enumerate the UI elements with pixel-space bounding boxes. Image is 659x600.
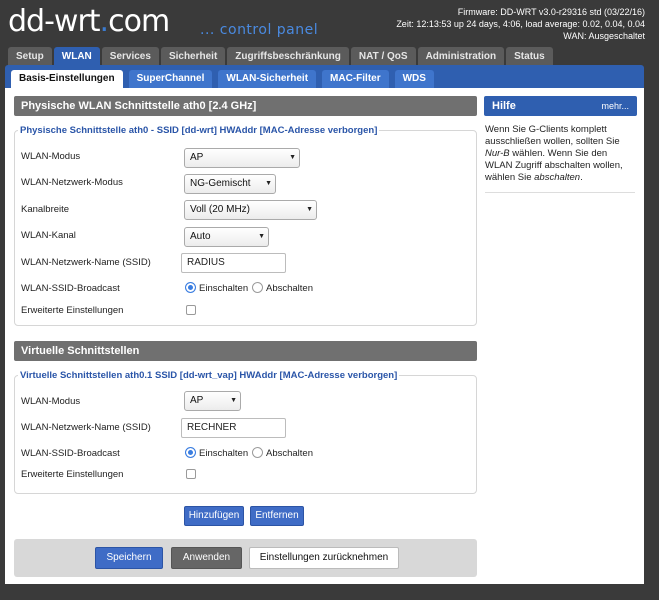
- logo: dd-wrt.com: [8, 4, 170, 39]
- ssid-broadcast-disable-label: Abschalten: [266, 283, 314, 294]
- help-more-link[interactable]: mehr...: [601, 96, 629, 116]
- wan-status-text: WAN: Ausgeschaltet: [563, 31, 645, 41]
- action-bar: Speichern Anwenden Einstellungen zurückn…: [14, 539, 477, 577]
- ssid-broadcast-disable-radio[interactable]: [252, 282, 263, 293]
- advanced-settings-label: Erweiterte Einstellungen: [21, 305, 124, 316]
- tab-setup[interactable]: Setup: [8, 47, 52, 66]
- tab-administration[interactable]: Administration: [417, 47, 505, 66]
- advanced-settings-checkbox[interactable]: [186, 305, 196, 315]
- virtual-ssid-broadcast-disable-radio[interactable]: [252, 447, 263, 458]
- tab-nat-qos[interactable]: NAT / QoS: [350, 47, 416, 66]
- tab-services[interactable]: Services: [101, 47, 159, 66]
- chevron-down-icon: ▼: [258, 233, 265, 240]
- chevron-down-icon: ▼: [289, 154, 296, 161]
- subtab-basic-settings[interactable]: Basis-Einstellungen: [11, 70, 123, 88]
- ssid-broadcast-enable-label: Einschalten: [199, 283, 249, 294]
- remove-interface-button[interactable]: Entfernen: [250, 506, 304, 526]
- channel-width-select[interactable]: Voll (20 MHz) ▼: [184, 200, 317, 220]
- virtual-section-title: Virtuelle Schnittstellen: [14, 341, 477, 361]
- virtual-ssid-label: WLAN-Netzwerk-Name (SSID): [21, 422, 151, 433]
- virtual-fieldset-legend: Virtuelle Schnittstellen ath0.1 SSID [dd…: [18, 370, 400, 381]
- virtual-advanced-settings-label: Erweiterte Einstellungen: [21, 469, 124, 480]
- physical-fieldset-legend: Physische Schnittstelle ath0 - SSID [dd-…: [18, 125, 380, 136]
- apply-button[interactable]: Anwenden: [171, 547, 242, 569]
- tab-wlan[interactable]: WLAN: [53, 47, 100, 66]
- tab-security[interactable]: Sicherheit: [160, 47, 226, 66]
- add-interface-button[interactable]: Hinzufügen: [184, 506, 244, 526]
- virtual-ssid-input[interactable]: RECHNER: [181, 418, 286, 438]
- chevron-down-icon: ▼: [265, 180, 272, 187]
- subtab-mac-filter[interactable]: MAC-Filter: [322, 70, 389, 88]
- sub-tab-band: Basis-Einstellungen SuperChannel WLAN-Si…: [5, 65, 644, 88]
- main-content: Physische WLAN Schnittstelle ath0 [2.4 G…: [5, 88, 644, 584]
- virtual-ssid-broadcast-enable-label: Einschalten: [199, 448, 249, 459]
- help-title-text: Hilfe: [492, 100, 516, 112]
- tab-access-restriction[interactable]: Zugriffsbeschränkung: [227, 47, 349, 66]
- ssid-label: WLAN-Netzwerk-Name (SSID): [21, 257, 151, 268]
- virtual-ssid-broadcast-label: WLAN-SSID-Broadcast: [21, 448, 120, 459]
- ssid-broadcast-enable-radio[interactable]: [185, 282, 196, 293]
- wlan-channel-label: WLAN-Kanal: [21, 230, 76, 241]
- wlan-channel-select[interactable]: Auto ▼: [184, 227, 269, 247]
- virtual-wlan-mode-select[interactable]: AP ▼: [184, 391, 241, 411]
- subtab-wlan-security[interactable]: WLAN-Sicherheit: [218, 70, 317, 88]
- subtab-superchannel[interactable]: SuperChannel: [128, 70, 213, 88]
- subtab-wds[interactable]: WDS: [394, 70, 434, 88]
- network-mode-label: WLAN-Netzwerk-Modus: [21, 177, 123, 188]
- sub-tabs: Basis-Einstellungen SuperChannel WLAN-Si…: [11, 70, 434, 88]
- virtual-ssid-broadcast-enable-radio[interactable]: [185, 447, 196, 458]
- network-mode-select[interactable]: NG-Gemischt ▼: [184, 174, 276, 194]
- ssid-broadcast-label: WLAN-SSID-Broadcast: [21, 283, 120, 294]
- firmware-text: Firmware: DD-WRT v3.0-r29316 std (03/22/…: [457, 7, 645, 17]
- uptime-text: Zeit: 12:13:53 up 24 days, 4:06, load av…: [396, 19, 645, 29]
- save-button[interactable]: Speichern: [95, 547, 163, 569]
- help-text: Wenn Sie G-Clients komplett ausschließen…: [485, 124, 635, 193]
- header: dd-wrt.com ... control panel Firmware: D…: [0, 0, 659, 46]
- reset-settings-button[interactable]: Einstellungen zurücknehmen: [249, 547, 399, 569]
- virtual-advanced-settings-checkbox[interactable]: [186, 469, 196, 479]
- virtual-wlan-mode-label: WLAN-Modus: [21, 396, 81, 407]
- channel-width-label: Kanalbreite: [21, 204, 70, 215]
- chevron-down-icon: ▼: [306, 206, 313, 213]
- main-tabs: Setup WLAN Services Sicherheit Zugriffsb…: [8, 47, 553, 66]
- wlan-mode-label: WLAN-Modus: [21, 151, 81, 162]
- ssid-input[interactable]: RADIUS: [181, 253, 286, 273]
- physical-section-title: Physische WLAN Schnittstelle ath0 [2.4 G…: [14, 96, 477, 116]
- help-title: Hilfe mehr...: [484, 96, 637, 116]
- virtual-ssid-broadcast-disable-label: Abschalten: [266, 448, 314, 459]
- router-info: Firmware: DD-WRT v3.0-r29316 std (03/22/…: [396, 6, 645, 42]
- chevron-down-icon: ▼: [230, 397, 237, 404]
- wlan-mode-select[interactable]: AP ▼: [184, 148, 300, 168]
- tab-status[interactable]: Status: [506, 47, 553, 66]
- logo-subtitle: ... control panel: [200, 22, 319, 38]
